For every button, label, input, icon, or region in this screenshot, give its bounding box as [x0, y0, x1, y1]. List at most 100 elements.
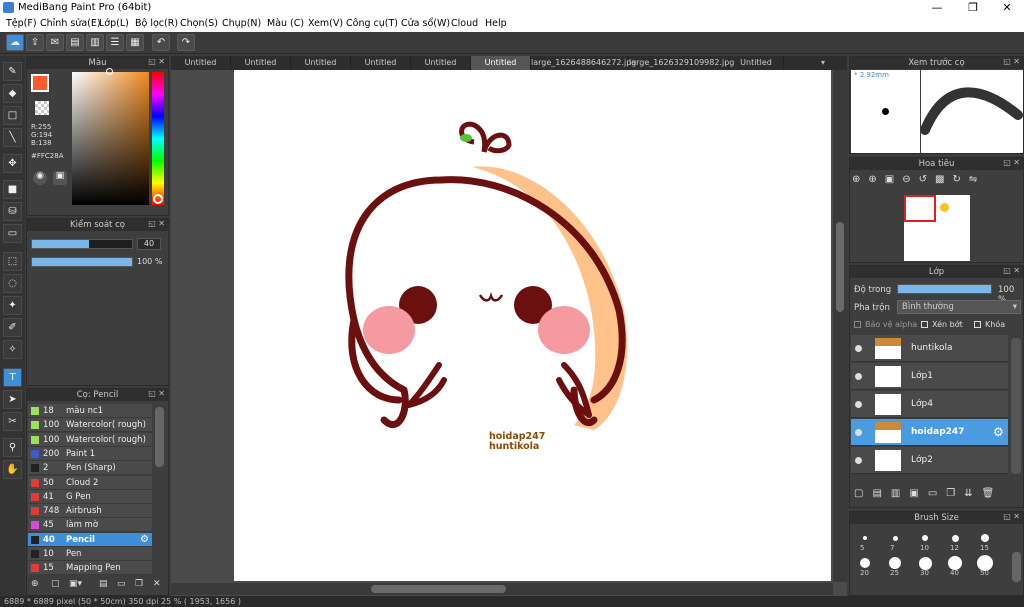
new-8bit-layer-icon[interactable]: ▥ — [891, 488, 909, 499]
grid-icon[interactable]: ▦ — [126, 34, 144, 51]
undo-icon[interactable]: ↶ — [152, 34, 170, 51]
comment-icon[interactable]: ✉ — [46, 34, 64, 51]
hue-slider[interactable] — [152, 72, 164, 205]
brush-item[interactable]: 100 Watercolor( rough) — [28, 432, 152, 447]
menu-window[interactable]: Cửa sổ(W) — [401, 18, 450, 29]
tab-untitled-active[interactable]: Untitled — [471, 56, 531, 70]
brush-item[interactable]: 45 làm mờ — [28, 518, 152, 533]
minimize-button[interactable]: — — [920, 0, 954, 16]
zoom-in-icon[interactable]: ⊕ — [852, 174, 868, 185]
menu-cloud[interactable]: Cloud — [451, 18, 478, 29]
brush-size-dot[interactable] — [889, 557, 901, 569]
panel-expand-icon[interactable]: ◱ ✕ — [1003, 57, 1020, 66]
brush-settings-icon[interactable]: ▤ — [99, 579, 108, 589]
new-halftone-layer-icon[interactable]: ▤ — [872, 488, 890, 499]
brush-size-dot[interactable] — [918, 556, 932, 570]
brush-tool-icon[interactable]: ✎ — [3, 62, 22, 81]
tab-untitled-3[interactable]: Untitled — [291, 56, 351, 70]
brush-opacity-slider[interactable] — [31, 257, 133, 267]
gear-icon[interactable]: ⚙ — [140, 534, 149, 545]
menu-select[interactable]: Chọn(S) — [180, 18, 218, 29]
layer-row-selected[interactable]: hoidap247 ⚙ — [851, 419, 1008, 446]
brush-size-dot[interactable] — [922, 535, 928, 541]
menu-tools[interactable]: Công cụ(T) — [346, 18, 398, 29]
tabs-menu-icon[interactable]: ▾ — [821, 58, 825, 67]
saturation-value-picker[interactable] — [72, 72, 149, 205]
rotate-left-icon[interactable]: ↺ — [919, 174, 935, 185]
fit-icon[interactable]: ▣ — [885, 174, 902, 185]
layer-row[interactable]: Lớp1 — [851, 363, 1008, 390]
brush-size-dot[interactable] — [892, 535, 898, 541]
lasso-tool-icon[interactable]: ◌ — [3, 274, 22, 293]
layer-opacity-slider[interactable] — [897, 284, 992, 294]
duplicate-layer-icon[interactable]: ❐ — [946, 488, 964, 499]
new-brush-icon[interactable]: ▢ — [51, 579, 60, 589]
tab-untitled-1[interactable]: Untitled — [171, 56, 231, 70]
blend-mode-select[interactable]: Bình thường ▾ — [897, 300, 1021, 314]
brush-size-slider[interactable] — [31, 239, 133, 249]
brush-menu-icon[interactable]: ▣▾ — [69, 579, 82, 589]
color-history-icon[interactable]: ▣ — [53, 171, 67, 185]
tab-untitled-2[interactable]: Untitled — [231, 56, 291, 70]
menu-edit[interactable]: Chỉnh sửa(E) — [40, 18, 101, 29]
horizontal-scroll-thumb[interactable] — [371, 585, 506, 593]
brush-item-selected[interactable]: 40 Pencil ⚙ — [28, 532, 152, 547]
layer-row[interactable]: Lớp4 — [851, 391, 1008, 418]
line-tool-icon[interactable]: ╲ — [3, 128, 22, 147]
eye-icon[interactable] — [855, 457, 862, 464]
add-brush-icon[interactable]: ⊕ — [31, 579, 39, 589]
upload-icon[interactable]: ⇪ — [26, 34, 44, 51]
tab-large-image-2[interactable]: large_1626329109982.jpg — [629, 56, 734, 70]
primary-color-swatch[interactable] — [31, 74, 49, 92]
menu-layer[interactable]: Lớp(L) — [99, 18, 129, 29]
redo-icon[interactable]: ↷ — [177, 34, 195, 51]
close-button[interactable]: ✕ — [990, 0, 1024, 16]
layer-list-scrollbar[interactable] — [1011, 338, 1021, 474]
cloud-icon[interactable]: ☁ — [6, 34, 24, 51]
menu-file[interactable]: Tệp(F) — [6, 18, 37, 29]
brush-size-scrollbar[interactable] — [1012, 552, 1021, 582]
eraser-tool-icon[interactable]: ◆ — [3, 84, 22, 103]
tab-untitled-4[interactable]: Untitled — [351, 56, 411, 70]
chat-icon[interactable]: ▤ — [66, 34, 84, 51]
eye-icon[interactable] — [855, 429, 862, 436]
text-tool-icon[interactable]: T — [3, 368, 22, 387]
operation-tool-icon[interactable]: ➤ — [3, 390, 22, 409]
menu-help[interactable]: Help — [485, 18, 507, 29]
horizontal-scrollbar[interactable] — [171, 583, 833, 595]
delete-layer-icon[interactable]: 🗑 — [982, 488, 1004, 499]
color-picker-cursor[interactable] — [106, 68, 113, 75]
menu-color[interactable]: Màu (C) — [267, 18, 304, 29]
layer-row[interactable]: huntikola — [851, 335, 1008, 362]
navigator-thumbnail[interactable] — [904, 195, 970, 261]
transparent-color-swatch[interactable] — [35, 101, 49, 115]
tab-large-image-1[interactable]: large_1626488646272.jpg — [531, 56, 636, 70]
drawing-canvas[interactable]: hoidap247 huntikola — [234, 70, 831, 581]
tab-untitled-5[interactable]: Untitled — [411, 56, 471, 70]
menu-filter[interactable]: Bộ lọc(R) — [135, 18, 178, 29]
menu-view[interactable]: Xem(V) — [308, 18, 343, 29]
clipping-checkbox[interactable] — [921, 321, 928, 328]
list-icon[interactable]: ☰ — [106, 34, 124, 51]
brush-item[interactable]: 15 Mapping Pen — [28, 561, 152, 576]
panel-expand-icon[interactable]: ◱ ✕ — [1003, 266, 1020, 275]
brush-size-dot[interactable] — [948, 556, 962, 570]
select-eraser-icon[interactable]: ✧ — [3, 340, 22, 359]
select-pen-icon[interactable]: ✐ — [3, 318, 22, 337]
eye-icon[interactable] — [855, 401, 862, 408]
brush-item[interactable]: 10 Pen — [28, 547, 152, 561]
gradient-tool-icon[interactable]: ▭ — [3, 224, 22, 243]
layer-row[interactable]: Lớp2 — [851, 447, 1008, 474]
panel-expand-icon[interactable]: ◱ ✕ — [1003, 158, 1020, 167]
brush-size-dot[interactable] — [981, 534, 989, 542]
brush-item[interactable]: 50 Cloud 2 — [28, 475, 152, 490]
panel-expand-icon[interactable]: ◱ ✕ — [148, 219, 165, 228]
merge-layer-icon[interactable]: ⇊ — [964, 488, 981, 499]
brush-item[interactable]: 2 Pen (Sharp) — [28, 461, 152, 476]
panel-expand-icon[interactable]: ◱ ✕ — [1003, 512, 1020, 521]
move-tool-icon[interactable]: ✥ — [3, 154, 22, 173]
brush-size-value[interactable]: 40 — [137, 238, 161, 250]
rotate-right-icon[interactable]: ↻ — [952, 174, 968, 185]
zoom-in-alt-icon[interactable]: ⊕ — [868, 174, 884, 185]
eye-icon[interactable] — [855, 345, 862, 352]
